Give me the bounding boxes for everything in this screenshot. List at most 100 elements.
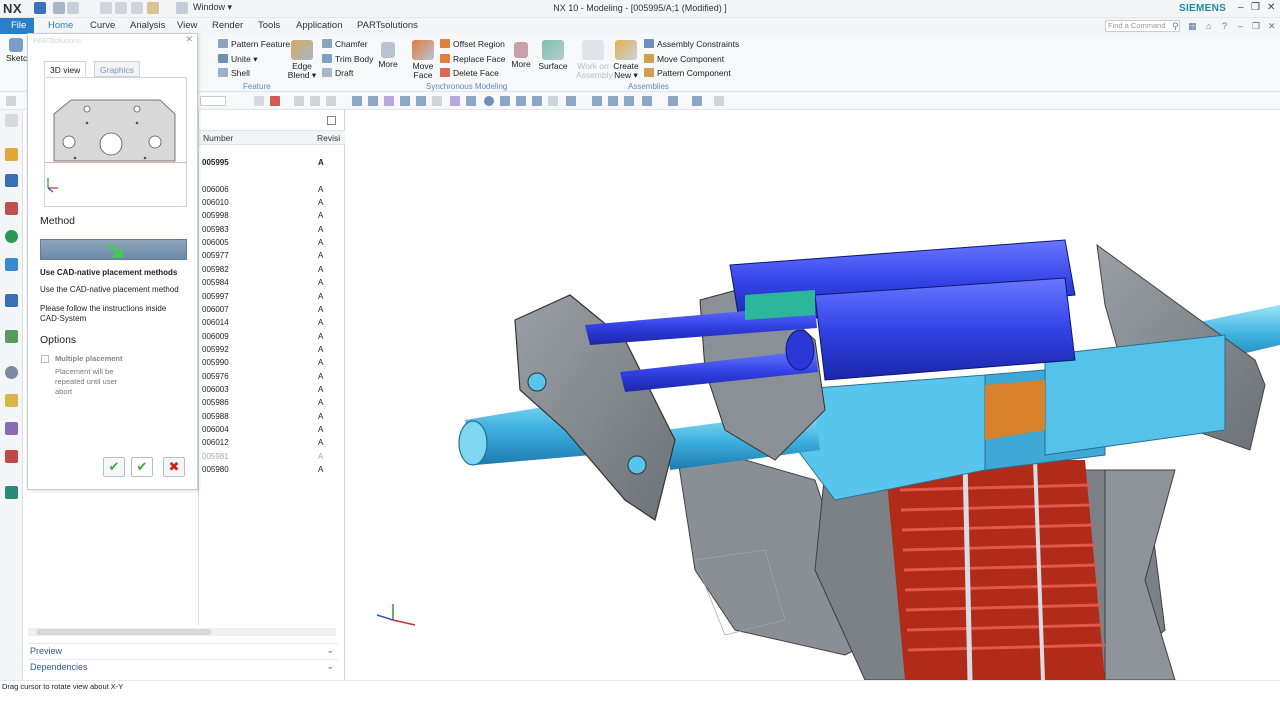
table-row[interactable]: 005977 A [202, 249, 342, 262]
help-icon[interactable]: ? [1222, 21, 1232, 31]
table-row[interactable]: 006004 A [202, 423, 342, 436]
snap7-icon[interactable] [500, 96, 510, 106]
snap3-icon[interactable] [416, 96, 426, 106]
system-scenes-icon[interactable] [5, 450, 18, 463]
column-number[interactable]: Number [203, 133, 233, 143]
table-row[interactable]: 006009 A [202, 330, 342, 343]
edge-blend-button[interactable]: Edge Blend ▾ [287, 40, 317, 80]
multiple-placement-checkbox[interactable] [41, 355, 49, 363]
web-browser-icon[interactable] [5, 230, 18, 243]
pattern-component-button[interactable]: Pattern Component [644, 68, 731, 78]
table-row[interactable]: 005976 A [202, 370, 342, 383]
feature-more-button[interactable]: More [377, 42, 399, 69]
table-row[interactable]: 006010 A [202, 196, 342, 209]
tab-file[interactable]: File [0, 18, 34, 34]
tab-tools[interactable]: Tools [258, 20, 280, 31]
filter2-icon[interactable] [310, 96, 320, 106]
tab-curve[interactable]: Curve [90, 20, 115, 31]
sketch-button[interactable]: Sketc [6, 38, 27, 63]
part-navigator-icon[interactable] [5, 202, 18, 215]
select-icon[interactable] [254, 96, 264, 106]
snap10-icon[interactable] [548, 96, 558, 106]
restore-icon[interactable]: ❐ [1251, 2, 1260, 13]
table-row[interactable]: 006012 A [202, 436, 342, 449]
snap11-icon[interactable] [566, 96, 576, 106]
view-fit-icon[interactable] [592, 96, 602, 106]
reuse-library-icon[interactable] [5, 294, 18, 307]
table-row[interactable]: 005988 A [202, 410, 342, 423]
table-row[interactable]: 006014 A [202, 316, 342, 329]
close-icon[interactable]: ✕ [1267, 2, 1275, 13]
table-row[interactable]: 005990 A [202, 356, 342, 369]
roles-icon[interactable] [5, 394, 18, 407]
dialog-close-icon[interactable]: ✕ [185, 34, 193, 45]
navigator-horizontal-scrollbar[interactable] [28, 628, 336, 636]
table-row[interactable]: 005998 A [202, 209, 342, 222]
find-command-input[interactable]: Find a Command [1105, 20, 1180, 32]
doc-close-icon[interactable]: ✕ [1268, 21, 1278, 31]
table-row[interactable]: 006007 A [202, 303, 342, 316]
system-materials-icon[interactable] [5, 422, 18, 435]
method-selector[interactable] [40, 239, 187, 260]
search-icon[interactable]: ⚲ [1172, 21, 1182, 31]
dependencies-section[interactable]: Dependencies ⌄ [28, 659, 338, 673]
table-row[interactable]: 005982 A [202, 263, 342, 276]
unite-button[interactable]: Unite ▾ [218, 54, 257, 65]
surface-button[interactable]: Surface [538, 40, 568, 71]
offset-region-button[interactable]: Offset Region [440, 39, 505, 49]
table-row[interactable]: 006005 A [202, 236, 342, 249]
assembly-navigator-icon[interactable] [5, 148, 18, 161]
box-select-icon[interactable] [326, 96, 336, 106]
snap5-icon[interactable] [450, 96, 460, 106]
view-orient-icon[interactable] [642, 96, 652, 106]
snap-circle-icon[interactable] [484, 96, 494, 106]
filter-icon[interactable] [294, 96, 304, 106]
minimize-icon[interactable]: – [1238, 2, 1244, 13]
table-row[interactable]: 005981 A [202, 450, 342, 463]
tab-render[interactable]: Render [212, 20, 243, 31]
process-studio-icon[interactable] [5, 366, 18, 379]
create-new-button[interactable]: Create New ▾ [612, 40, 640, 80]
snap4-icon[interactable] [432, 96, 442, 106]
move-face-button[interactable]: Move Face [410, 40, 436, 80]
table-row[interactable]: 005984 A [202, 276, 342, 289]
pattern-feature-button[interactable]: Pattern Feature [218, 39, 290, 49]
navigator-root-row[interactable]: 005995 A [202, 156, 342, 169]
tab-graphics[interactable]: Graphics [94, 61, 141, 77]
tab-analysis[interactable]: Analysis [130, 20, 165, 31]
doc-restore-icon[interactable]: ❐ [1252, 21, 1262, 31]
tab-home[interactable]: Home [48, 20, 73, 31]
snap-icon[interactable] [384, 96, 394, 106]
settings-icon[interactable] [5, 114, 18, 127]
preview-section[interactable]: Preview ⌄ [28, 643, 338, 657]
home-icon[interactable]: ⌂ [1206, 21, 1216, 31]
customize-icon[interactable]: ▦ [1188, 21, 1198, 31]
trim-body-button[interactable]: Trim Body [322, 54, 373, 64]
cube2-icon[interactable] [368, 96, 378, 106]
ok-button[interactable]: ✔ [131, 457, 153, 477]
apply-button[interactable]: ✔ [103, 457, 125, 477]
snap6-icon[interactable] [466, 96, 476, 106]
graphics-viewport[interactable] [345, 110, 1280, 681]
tab-partsolutions[interactable]: PARTsolutions [357, 20, 418, 31]
partsolutions-icon[interactable] [5, 486, 18, 499]
delete-face-button[interactable]: Delete Face [440, 68, 499, 78]
cancel-button[interactable]: ✖ [163, 457, 185, 477]
snap8-icon[interactable] [516, 96, 526, 106]
view-more-icon[interactable] [714, 96, 724, 106]
table-row[interactable]: 005992 A [202, 343, 342, 356]
layer-icon[interactable] [692, 96, 702, 106]
replace-face-button[interactable]: Replace Face [440, 54, 505, 64]
tab-3d-view[interactable]: 3D view [44, 61, 87, 77]
shell-button[interactable]: Shell [218, 68, 250, 78]
history-icon[interactable] [5, 258, 18, 271]
assembly-constraints-button[interactable]: Assembly Constraints [644, 39, 739, 49]
scrollbar-thumb[interactable] [36, 629, 211, 635]
sync-more-button[interactable]: More [510, 42, 532, 69]
menu-icon[interactable] [6, 96, 16, 106]
table-row[interactable]: 006006 A [202, 183, 342, 196]
column-revision[interactable]: Revisi [317, 133, 340, 143]
draft-button[interactable]: Draft [322, 68, 353, 78]
render-style-icon[interactable] [668, 96, 678, 106]
hd3d-tools-icon[interactable] [5, 330, 18, 343]
